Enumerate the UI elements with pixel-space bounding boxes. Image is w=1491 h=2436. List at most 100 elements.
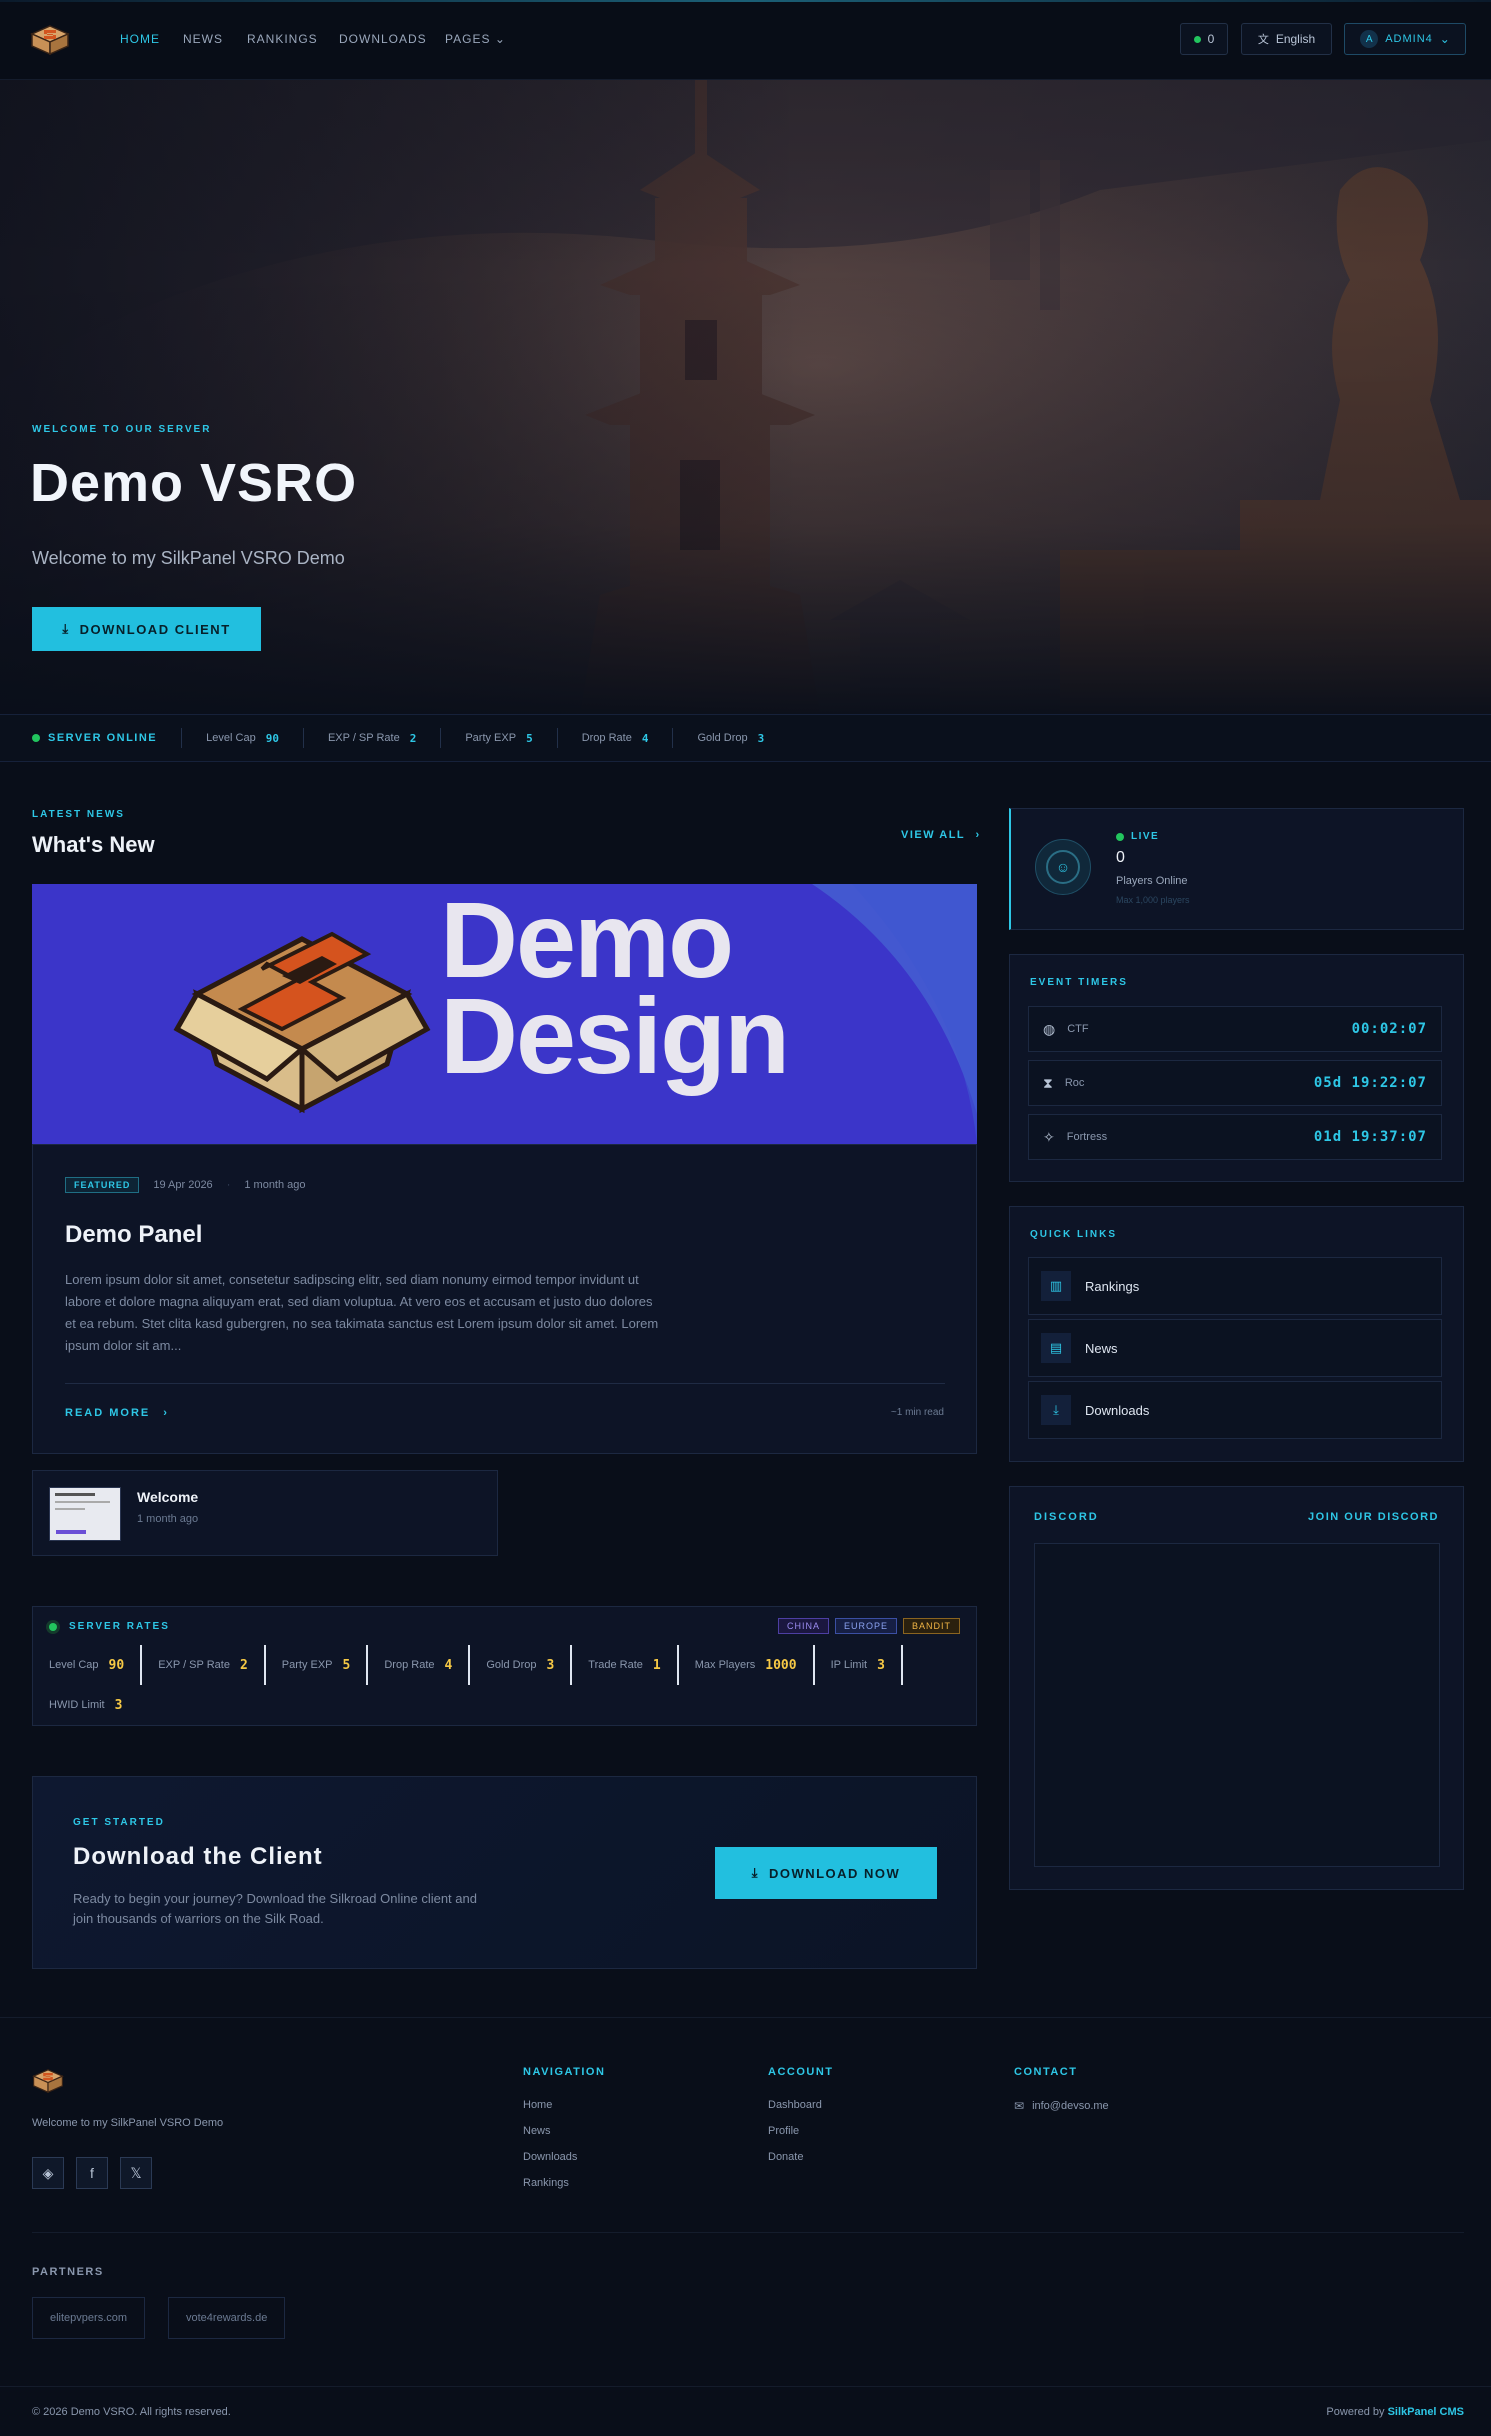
- rate-label: IP Limit: [830, 1659, 868, 1671]
- discord-title: DISCORD: [1034, 1511, 1099, 1523]
- discord-icon[interactable]: ◈: [32, 2157, 64, 2189]
- view-all-label: VIEW ALL: [901, 829, 965, 841]
- online-indicator[interactable]: 0: [1180, 23, 1228, 55]
- rate-max-players: Max Players 1000: [679, 1645, 815, 1685]
- players-count: 0: [1116, 849, 1125, 866]
- news-item-title: Welcome: [137, 1489, 199, 1505]
- timer-name: CTF: [1067, 1023, 1089, 1035]
- server-status-label: SERVER ONLINE: [48, 732, 158, 744]
- divider: [65, 1383, 945, 1384]
- news-item-ago: 1 month ago: [137, 1513, 199, 1525]
- timer-fortress: ✧ Fortress 01d 19:37:07: [1028, 1114, 1442, 1160]
- nav-downloads[interactable]: DOWNLOADS: [339, 32, 427, 46]
- download-text-line-2: join thousands of warriors on the Silk R…: [73, 1911, 324, 1926]
- footer-link-profile[interactable]: Profile: [768, 2125, 799, 2137]
- chevron-down-icon: ⌄: [1439, 32, 1450, 46]
- sparkle-icon: ✧: [1043, 1128, 1055, 1145]
- facebook-icon[interactable]: f: [76, 2157, 108, 2189]
- footer-account-title: ACCOUNT: [768, 2066, 834, 2078]
- rate-label: Level Cap: [49, 1659, 99, 1671]
- rate-value: 1000: [765, 1657, 797, 1673]
- rate-value: 3: [877, 1657, 885, 1673]
- partner-link[interactable]: vote4rewards.de: [168, 2297, 286, 2339]
- server-rates-tags: CHINA EUROPE BANDIT: [777, 1618, 960, 1634]
- powered-brand-link[interactable]: SilkPanel CMS: [1388, 2406, 1464, 2418]
- quick-link-news[interactable]: ▤ News: [1028, 1319, 1442, 1377]
- quick-link-downloads[interactable]: ⤓ Downloads: [1028, 1381, 1442, 1439]
- x-twitter-icon[interactable]: 𝕏: [120, 2157, 152, 2189]
- rate-label: EXP / SP Rate: [158, 1659, 230, 1671]
- stat-label: Party EXP: [465, 732, 517, 744]
- featured-badge: FEATURED: [65, 1177, 140, 1193]
- banner-line-1: Demo: [440, 884, 734, 1000]
- download-now-button[interactable]: ⤓ DOWNLOAD NOW: [715, 1847, 937, 1899]
- read-more-link[interactable]: READ MORE ›: [65, 1407, 169, 1419]
- quick-link-label: Rankings: [1085, 1278, 1140, 1294]
- timer-ctf: ◍ CTF 00:02:07: [1028, 1006, 1442, 1052]
- rate-label: Trade Rate: [588, 1659, 643, 1671]
- stat-drop-rate: Drop Rate 4: [556, 728, 673, 748]
- rate-value: 2: [239, 1657, 248, 1673]
- tag-china: CHINA: [777, 1618, 829, 1634]
- timer-name: Roc: [1064, 1077, 1085, 1089]
- nav-news[interactable]: NEWS: [183, 32, 223, 46]
- nav-pages[interactable]: PAGES ⌄: [445, 32, 506, 46]
- timer-name: Fortress: [1066, 1131, 1108, 1143]
- copyright-divider: [0, 2386, 1491, 2387]
- footer-link-downloads[interactable]: Downloads: [523, 2151, 577, 2163]
- nav-rankings[interactable]: RANKINGS: [247, 32, 318, 46]
- rate-label: Party EXP: [281, 1659, 333, 1671]
- download-now-label: DOWNLOAD NOW: [768, 1865, 901, 1881]
- featured-news-banner[interactable]: Demo Design: [32, 884, 977, 1144]
- chevron-right-icon: ›: [975, 829, 981, 841]
- stat-label: EXP / SP Rate: [327, 732, 400, 744]
- timer-value: 05d 19:22:07: [1313, 1075, 1427, 1091]
- rate-exp-sp: EXP / SP Rate 2: [142, 1645, 266, 1685]
- status-dot-icon: [32, 734, 40, 742]
- download-client-button[interactable]: ⤓ DOWNLOAD CLIENT: [32, 607, 261, 651]
- language-selector[interactable]: 文 English: [1241, 23, 1332, 55]
- stat-value: 90: [265, 731, 279, 745]
- join-discord-link[interactable]: JOIN OUR DISCORD: [1308, 1511, 1439, 1523]
- download-text: Ready to begin your journey? Download th…: [73, 1889, 477, 1929]
- nav-pages-label: PAGES: [445, 32, 491, 46]
- logo-icon[interactable]: [30, 24, 70, 56]
- footer-contact-title: CONTACT: [1014, 2066, 1078, 2078]
- view-all-link[interactable]: VIEW ALL ›: [901, 829, 981, 841]
- online-count: 0: [1207, 32, 1215, 46]
- powered-prefix: Powered by: [1326, 2406, 1385, 2418]
- partner-link[interactable]: elitepvpers.com: [32, 2297, 146, 2339]
- download-icon: ⤓: [62, 621, 70, 636]
- quick-link-rankings[interactable]: ▥ Rankings: [1028, 1257, 1442, 1315]
- footer-link-donate[interactable]: Donate: [768, 2151, 803, 2163]
- featured-date: 19 Apr 2026: [153, 1179, 213, 1191]
- user-menu[interactable]: A ADMIN4 ⌄: [1344, 23, 1466, 55]
- tag-bandit: BANDIT: [902, 1618, 960, 1634]
- players-label: Players Online: [1116, 875, 1188, 887]
- quick-links-title: QUICK LINKS: [1030, 1229, 1117, 1240]
- status-dot-icon: [49, 1622, 57, 1631]
- rates-list: Level Cap 90 EXP / SP Rate 2 Party EXP 5 Dr…: [33, 1645, 978, 1725]
- nav-home[interactable]: HOME: [120, 32, 160, 46]
- footer-link-home[interactable]: Home: [523, 2099, 552, 2111]
- news-list-item[interactable]: Welcome 1 month ago: [32, 1470, 498, 1556]
- stat-label: Drop Rate: [581, 732, 632, 744]
- featured-ago: 1 month ago: [244, 1179, 306, 1191]
- stat-party-exp: Party EXP 5: [440, 728, 556, 748]
- footer-link-news[interactable]: News: [523, 2125, 551, 2137]
- user-name: ADMIN4: [1385, 33, 1433, 45]
- rate-gold-drop: Gold Drop 3: [470, 1645, 573, 1685]
- stat-label: Gold Drop: [697, 732, 748, 744]
- avatar: A: [1360, 30, 1379, 48]
- footer-link-dashboard[interactable]: Dashboard: [768, 2099, 822, 2111]
- stat-value: 2: [409, 731, 417, 745]
- meta-separator: ·: [226, 1179, 231, 1191]
- rate-trade: Trade Rate 1: [572, 1645, 679, 1685]
- footer-top-border: [0, 2017, 1491, 2018]
- footer-link-rankings[interactable]: Rankings: [523, 2177, 569, 2189]
- footer-email-link[interactable]: ✉ info@devso.me: [1014, 2099, 1109, 2113]
- featured-title[interactable]: Demo Panel: [65, 1221, 202, 1249]
- news-thumbnail: [49, 1487, 121, 1541]
- discord-widget[interactable]: [1034, 1543, 1440, 1867]
- footer-divider: [32, 2232, 1464, 2233]
